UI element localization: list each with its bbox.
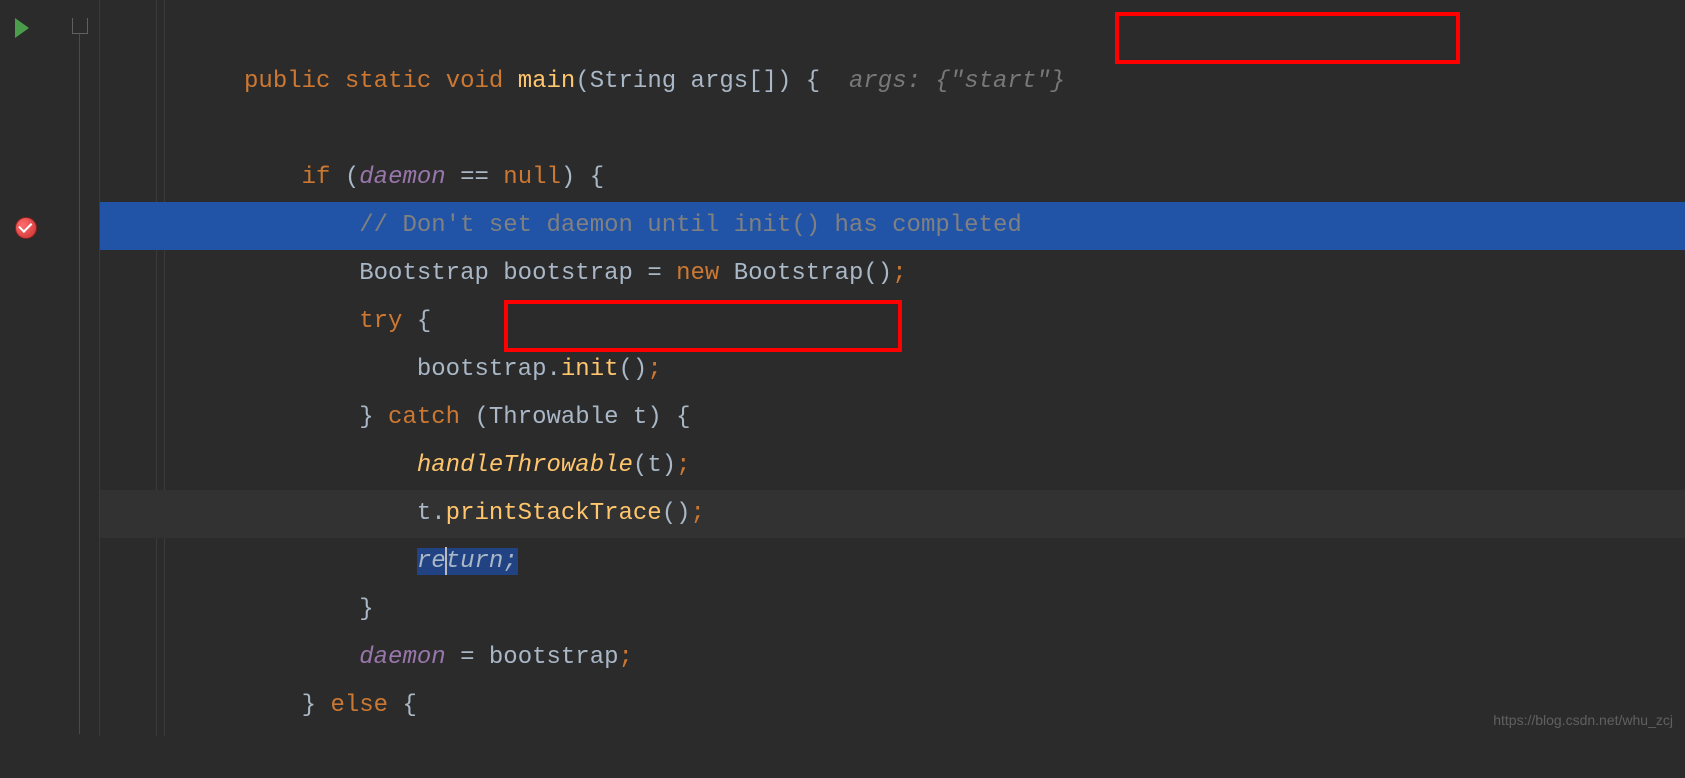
comment: // Don't set daemon until init() has com… xyxy=(359,212,1022,239)
code-line[interactable]: public static void main(String args[]) {… xyxy=(100,10,1685,58)
keyword-try: try xyxy=(359,308,402,335)
keyword-void: void xyxy=(446,68,504,95)
keyword-else: else xyxy=(316,692,388,719)
code-area[interactable]: public static void main(String args[]) {… xyxy=(100,0,1685,736)
keyword-null: null xyxy=(503,164,561,191)
breakpoint-icon[interactable] xyxy=(15,217,37,239)
keyword-public: public xyxy=(244,68,330,95)
collapse-marker-icon[interactable] xyxy=(72,18,88,34)
text-cursor xyxy=(445,547,447,575)
keyword-static: static xyxy=(345,68,431,95)
keyword-new: new xyxy=(676,260,719,287)
inline-hint: args: {"start"} xyxy=(849,68,1065,95)
method-handleThrowable: handleThrowable xyxy=(417,452,633,479)
code-editor[interactable]: public static void main(String args[]) {… xyxy=(0,0,1685,736)
field-daemon: daemon xyxy=(359,644,445,671)
keyword-catch: catch xyxy=(374,404,460,431)
watermark: https://blog.csdn.net/whu_zcj xyxy=(1493,712,1673,728)
method-printStackTrace: printStackTrace xyxy=(446,500,662,527)
field-daemon: daemon xyxy=(359,164,445,191)
code-line[interactable]: if (daemon == null) { xyxy=(100,106,1685,154)
keyword-if: if xyxy=(302,164,331,191)
keyword-return: re xyxy=(417,548,446,575)
method-main: main xyxy=(518,68,576,95)
run-icon[interactable] xyxy=(15,18,29,38)
fold-line xyxy=(79,34,80,734)
gutter xyxy=(0,0,100,736)
method-init: init xyxy=(561,356,619,383)
